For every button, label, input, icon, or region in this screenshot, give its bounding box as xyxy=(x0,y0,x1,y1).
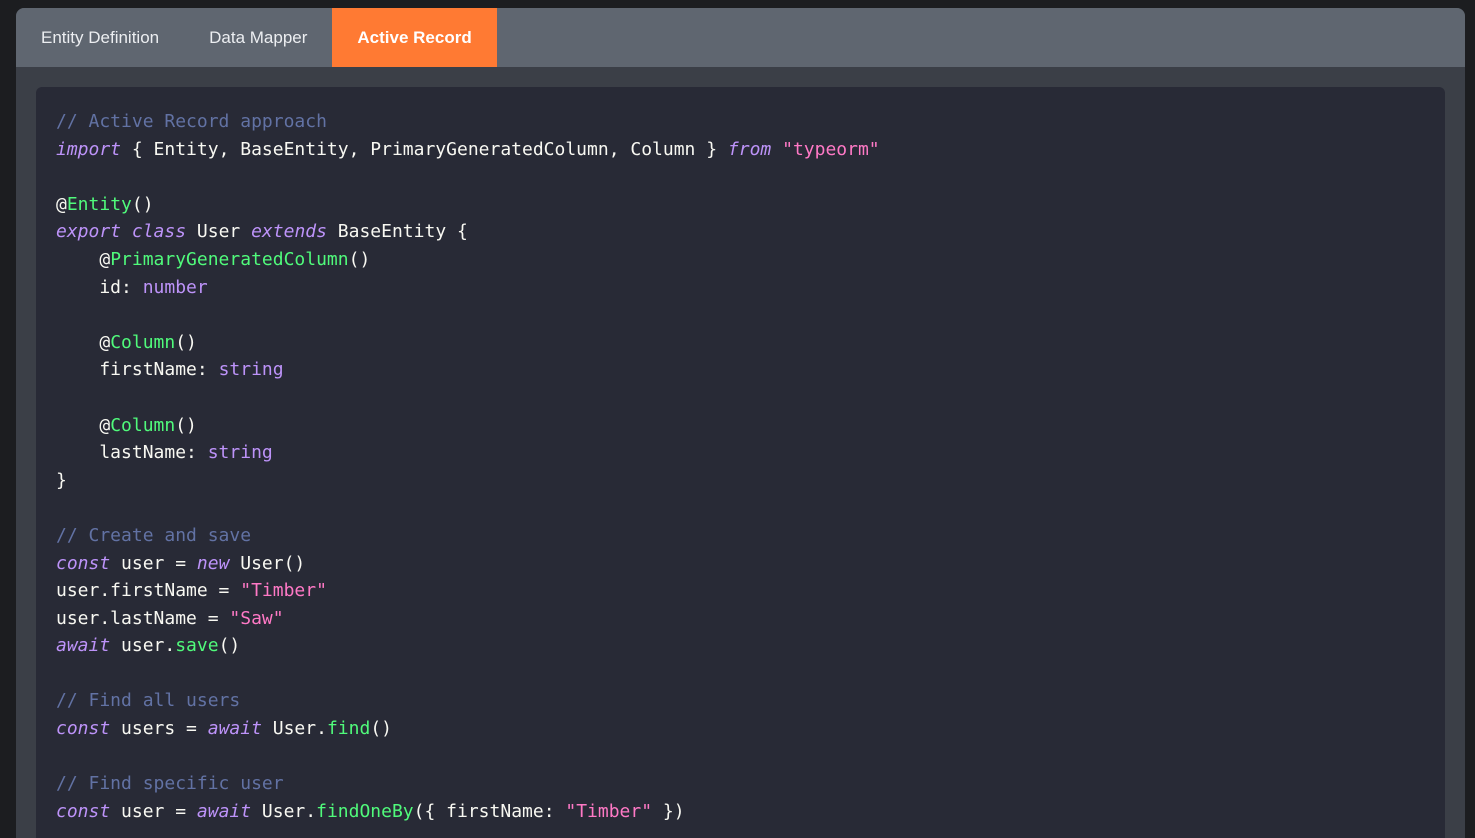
code-tabs-window: Entity Definition Data Mapper Active Rec… xyxy=(16,8,1465,838)
code-line: id: number xyxy=(56,274,1445,302)
tab-entity-definition[interactable]: Entity Definition xyxy=(16,8,184,67)
code-token: users = xyxy=(110,718,208,740)
code-token: string xyxy=(207,442,273,464)
code-token: ({ firstName: xyxy=(413,800,566,822)
code-token: "Timber" xyxy=(565,800,653,822)
code-token: () xyxy=(175,331,197,353)
code-line: // Create and save xyxy=(56,522,1445,550)
code-token: Column xyxy=(110,331,176,353)
code-line: @PrimaryGeneratedColumn() xyxy=(56,246,1445,274)
code-line: // Find specific user xyxy=(56,770,1445,798)
code-block: // Active Record approach import { Entity… xyxy=(36,87,1445,838)
code-token: await xyxy=(207,718,262,740)
code-token: save xyxy=(175,635,219,657)
code-token: User() xyxy=(229,552,306,574)
code-token: PrimaryGeneratedColumn xyxy=(110,248,349,270)
code-token: number xyxy=(142,276,208,298)
code-token: new xyxy=(196,552,230,574)
code-token: // Find all users xyxy=(56,690,241,712)
code-token: { Entity, BaseEntity, PrimaryGeneratedCo… xyxy=(121,138,728,160)
code-token: user = xyxy=(110,800,197,822)
code-line: @Column() xyxy=(56,412,1445,440)
code-line: lastName: string xyxy=(56,439,1445,467)
code-line: // Active Record approach xyxy=(56,108,1445,136)
code-token: firstName: xyxy=(56,359,219,381)
code-line: await user.save() xyxy=(56,632,1445,660)
code-token: Entity xyxy=(66,193,132,215)
code-token: string xyxy=(218,359,284,381)
code-token: user. xyxy=(110,635,176,657)
code-line: user.lastName = "Saw" xyxy=(56,605,1445,633)
code-token: "Saw" xyxy=(229,607,284,629)
code-token: findOneBy xyxy=(316,800,414,822)
tab-active-record[interactable]: Active Record xyxy=(332,8,497,67)
code-token: User. xyxy=(261,718,327,740)
code-token: extends xyxy=(251,221,327,243)
code-token: find xyxy=(326,718,371,740)
code-token: user.lastName = xyxy=(56,607,230,629)
code-token: lastName: xyxy=(56,442,208,464)
code-token: () xyxy=(218,635,241,657)
code-token: () xyxy=(370,718,392,740)
code-token: @ xyxy=(56,414,111,436)
code-token: User. xyxy=(251,800,317,822)
code-token: User xyxy=(186,221,252,243)
tab-data-mapper[interactable]: Data Mapper xyxy=(184,8,332,67)
code-token: // Create and save xyxy=(56,524,252,546)
code-token: // Active Record approach xyxy=(56,111,327,132)
code-token: user = xyxy=(110,552,197,574)
code-line: firstName: string xyxy=(56,356,1445,384)
code-token: user.firstName = xyxy=(56,580,241,602)
code-token: export xyxy=(56,221,122,243)
code-token: const xyxy=(56,800,111,822)
code-line: // Find all users xyxy=(56,687,1445,715)
code-token: @ xyxy=(56,193,67,215)
code-token: id: xyxy=(56,276,143,298)
code-token: // Find specific user xyxy=(56,773,284,795)
code-line: const user = new User() xyxy=(56,550,1445,578)
code-token: }) xyxy=(652,800,685,822)
code-line: @Column() xyxy=(56,329,1445,357)
tab-bar: Entity Definition Data Mapper Active Rec… xyxy=(16,8,1465,67)
code-line: const user = await User.findOneBy({ firs… xyxy=(56,798,1445,826)
code-token: @ xyxy=(56,248,111,270)
code-token: from xyxy=(727,138,772,160)
code-token: Column xyxy=(110,414,176,436)
code-token: "typeorm" xyxy=(782,138,880,160)
code-token: await xyxy=(56,635,111,657)
code-line: @Entity() xyxy=(56,191,1445,219)
code-token: () xyxy=(131,193,154,215)
code-token: } xyxy=(56,469,67,491)
code-line: } xyxy=(56,467,1445,495)
code-token: "Timber" xyxy=(240,580,327,602)
code-token: () xyxy=(175,414,197,436)
code-token: import xyxy=(56,138,122,160)
code-token: await xyxy=(196,800,252,822)
code-token: @ xyxy=(56,331,111,353)
code-listing: // Active Record approach import { Entity… xyxy=(36,87,1445,825)
code-token: const xyxy=(56,552,111,574)
code-token: class xyxy=(131,221,187,243)
code-line: const users = await User.find() xyxy=(56,715,1445,743)
code-line: user.firstName = "Timber" xyxy=(56,577,1445,605)
code-token: const xyxy=(56,718,111,740)
code-token: BaseEntity { xyxy=(326,221,468,243)
code-token: () xyxy=(348,248,371,270)
code-line: import { Entity, BaseEntity, PrimaryGene… xyxy=(56,136,1445,164)
code-line: export class User extends BaseEntity { xyxy=(56,218,1445,246)
